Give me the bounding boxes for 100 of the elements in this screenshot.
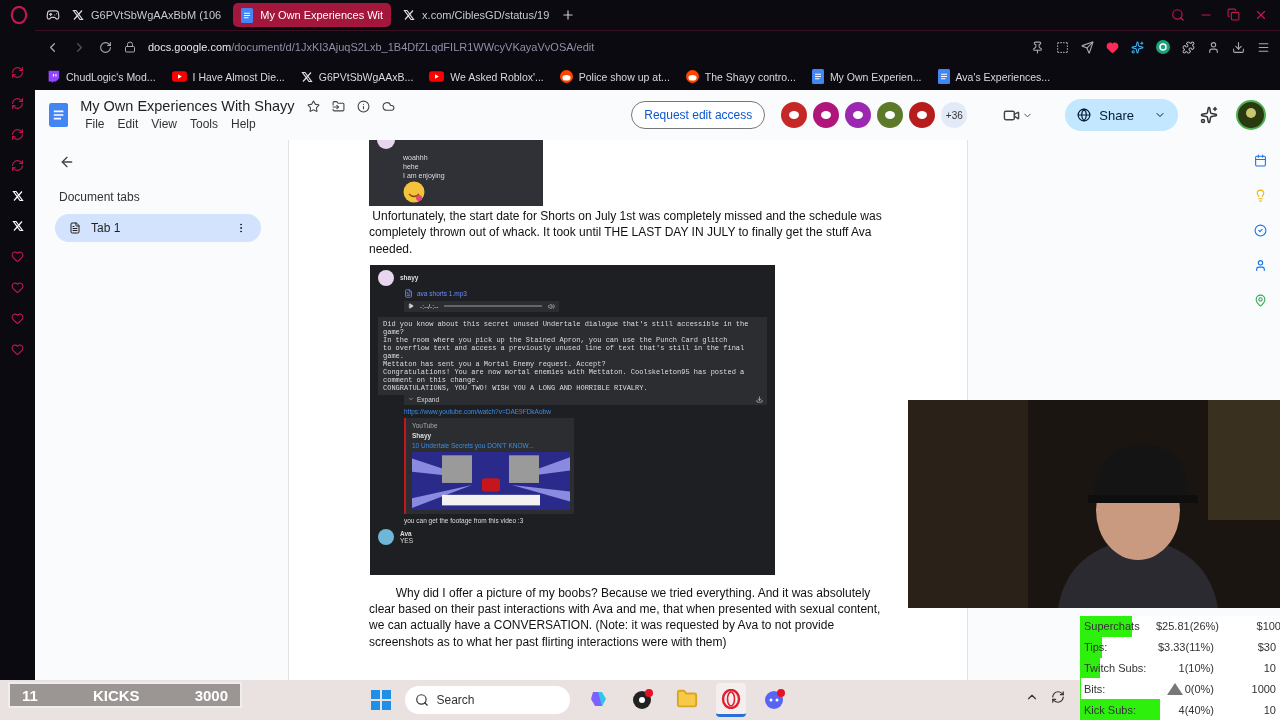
kicks-goal: 3000 [194, 686, 228, 704]
browser-tab[interactable]: x.com/CiblesGD/status/19 [395, 3, 558, 27]
maps-icon[interactable] [1253, 294, 1267, 307]
sidebar-app-icon[interactable] [11, 312, 24, 325]
avatar-icon [378, 528, 394, 545]
paragraph: Unfortunately, the start date for Shorts on July 1st was completely missed and the schedule was completely thrown out of whack. It took until THE LAST DAY IN JULY to finally get the stuff Ava needed. [369, 208, 883, 257]
kicks-count: 11 [22, 686, 38, 704]
collaborator-count[interactable]: +36 [941, 102, 968, 128]
tasks-icon[interactable] [1253, 224, 1267, 237]
document-icon [811, 69, 824, 84]
send-icon[interactable] [1081, 40, 1094, 54]
contacts-icon[interactable] [1253, 259, 1267, 272]
search-icon [414, 693, 429, 707]
panel-heading: Document tabs [58, 190, 141, 204]
x-logo-icon [300, 70, 313, 83]
profile-icon[interactable] [1207, 40, 1220, 54]
calendar-icon[interactable] [1253, 154, 1267, 167]
sidebar-app-icon[interactable] [11, 250, 24, 263]
goal-target: $30 [1256, 641, 1276, 654]
request-edit-button[interactable]: Request edit access [631, 101, 766, 129]
twitch-icon [47, 70, 60, 83]
download-icon[interactable] [1232, 40, 1245, 54]
x-logo-icon[interactable] [11, 220, 24, 232]
bookmark[interactable]: The Shayy contro... [685, 70, 796, 83]
download-icon[interactable] [756, 395, 763, 403]
browser-tab[interactable]: My Own Experiences Wit [233, 3, 392, 27]
menu-item[interactable]: Help [226, 116, 261, 132]
sync-icon[interactable] [1051, 690, 1065, 704]
volume-icon[interactable] [548, 302, 555, 310]
bookmark[interactable]: I Have Almost Die... [171, 70, 285, 83]
menu-icon[interactable] [1257, 40, 1270, 54]
sidebar-app-icon[interactable] [11, 159, 24, 172]
document-icon [241, 7, 254, 23]
sparkle-icon[interactable] [1200, 106, 1218, 124]
sidebar-app-icon[interactable] [11, 281, 24, 294]
restore-icon[interactable] [1227, 8, 1240, 21]
document-tab[interactable]: Tab 1 [55, 214, 261, 242]
info-icon[interactable] [356, 99, 370, 113]
cloud-icon[interactable] [381, 99, 395, 113]
goal-target: 10 [1262, 703, 1276, 716]
globe-icon [1077, 108, 1092, 122]
document-icon [69, 222, 81, 234]
account-avatar-icon[interactable] [1236, 100, 1266, 130]
menu-item[interactable]: View [146, 116, 182, 132]
move-icon[interactable] [331, 99, 345, 113]
folder-icon [675, 687, 698, 710]
goal-target: 10 [1262, 662, 1276, 674]
avatar-icon[interactable] [909, 102, 936, 128]
reload-icon[interactable] [99, 40, 112, 54]
avatar-icon [378, 269, 394, 286]
menu-item[interactable]: Tools [185, 116, 224, 132]
document-title[interactable]: My Own Experiences With Shayy [80, 98, 295, 114]
audio-file-icon [404, 288, 413, 298]
menu-item[interactable]: File [80, 116, 110, 132]
sidebar-app-icon[interactable] [11, 66, 24, 79]
search-icon[interactable] [1171, 8, 1185, 22]
docs-logo-icon[interactable] [49, 103, 69, 127]
avatar-icon[interactable] [877, 102, 904, 128]
browser-tab[interactable]: G6PVtSbWgAAxBbM (106 [64, 3, 230, 27]
goal-value: $25.81(26%) [1156, 620, 1219, 633]
snapshot-icon[interactable] [1056, 40, 1069, 54]
extension-icon[interactable] [1156, 40, 1170, 54]
kicks-label: KICKS [92, 686, 140, 704]
bookmark[interactable]: My Own Experien... [811, 69, 922, 84]
sidebar-app-icon[interactable] [11, 343, 24, 356]
opera-logo-icon[interactable] [10, 6, 28, 24]
goal-value: $3.33(11%) [1157, 641, 1214, 654]
play-icon[interactable] [408, 303, 414, 310]
bookmark[interactable]: Police show up at... [559, 70, 670, 83]
youtube-icon [429, 71, 445, 82]
avatar-icon[interactable] [781, 102, 808, 128]
paragraph: Why did I offer a picture of my boobs? Because we tried everything. And it was absolutely clear based on their past interactions with Ava and me, that when presented with sexual content, we can actually have a CONVERSATION. (Note: it was requested by Ava to not provide screenshots as to what her past flirting interactions were with them) [369, 584, 882, 651]
opera-icon [720, 688, 741, 709]
sidebar-app-icon[interactable] [11, 97, 24, 110]
start-icon[interactable] [370, 690, 391, 710]
share-button[interactable]: Share [1065, 99, 1178, 131]
address-field[interactable]: docs.google.com/document/d/1JxKI3AjuqS2Lxb_1B4DfZLqdFILR1WWcyVKayaVvOSA/edit [148, 41, 1019, 53]
pin-icon[interactable] [1031, 40, 1044, 54]
bookmark[interactable]: We Asked Roblox'... [429, 70, 544, 83]
heart-icon[interactable] [1106, 40, 1119, 54]
lock-icon [124, 41, 136, 53]
emoji-icon [403, 181, 425, 203]
bookmark[interactable]: Ava's Experiences... [937, 69, 1051, 84]
taskbar-search[interactable]: Search [404, 686, 570, 714]
bookmark[interactable]: ChudLogic's Mod... [47, 70, 156, 83]
menu-item[interactable]: Edit [112, 116, 144, 132]
x-logo-icon [403, 9, 416, 21]
sidebar-app-icon[interactable] [11, 128, 24, 141]
extensions-icon[interactable] [1182, 40, 1195, 54]
x-logo-icon[interactable] [11, 190, 24, 202]
back-arrow-icon[interactable] [59, 154, 75, 170]
star-icon[interactable] [306, 99, 320, 113]
bookmark[interactable]: G6PVtSbWgAAxB... [300, 70, 414, 83]
avatar-icon[interactable] [845, 102, 872, 128]
close-icon[interactable] [1254, 8, 1268, 22]
new-tab-icon[interactable] [561, 8, 576, 22]
document-icon [937, 69, 950, 84]
goal-value: 0(0%) [1184, 682, 1214, 695]
avatar-icon[interactable] [813, 102, 840, 128]
gamepad-icon[interactable] [46, 8, 60, 22]
